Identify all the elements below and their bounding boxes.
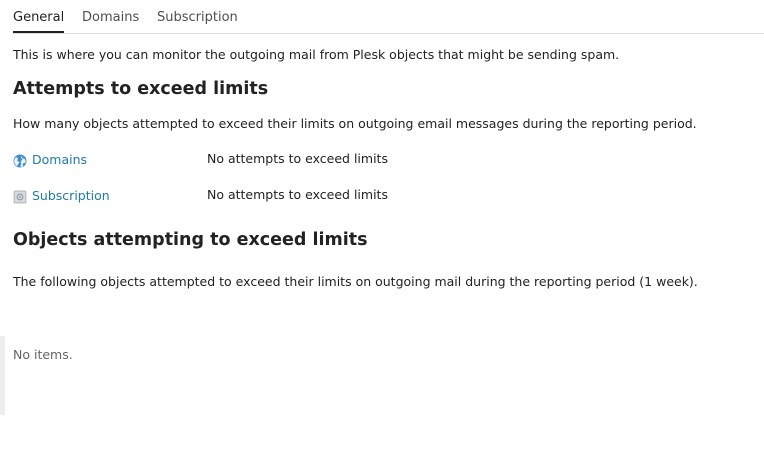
domains-attempts-value: No attempts to exceed limits bbox=[207, 151, 388, 166]
intro-text: This is where you can monitor the outgoi… bbox=[13, 47, 620, 62]
empty-list-text: No items. bbox=[13, 347, 73, 362]
page: General Domains Subscription This is whe… bbox=[0, 0, 764, 451]
tab-domains[interactable]: Domains bbox=[82, 10, 139, 26]
globe-icon bbox=[13, 153, 27, 168]
tab-bar: General Domains Subscription bbox=[13, 0, 764, 34]
objects-description: The following objects attempted to excee… bbox=[13, 274, 698, 289]
attempts-row-domains: Domains No attempts to exceed limits bbox=[13, 151, 573, 169]
list-accent-bar bbox=[0, 336, 5, 415]
attempts-description: How many objects attempted to exceed the… bbox=[13, 116, 697, 131]
subscription-attempts-value: No attempts to exceed limits bbox=[207, 187, 388, 202]
tab-general[interactable]: General bbox=[13, 10, 65, 33]
tab-subscription[interactable]: Subscription bbox=[157, 10, 238, 26]
attempts-heading: Attempts to exceed limits bbox=[13, 79, 269, 99]
objects-heading: Objects attempting to exceed limits bbox=[13, 230, 368, 250]
domains-link[interactable]: Domains bbox=[32, 152, 87, 168]
subscription-icon bbox=[13, 189, 27, 204]
subscription-link[interactable]: Subscription bbox=[32, 188, 110, 204]
attempts-row-subscription: Subscription No attempts to exceed limit… bbox=[13, 187, 573, 205]
objects-list: No items. bbox=[0, 336, 764, 415]
